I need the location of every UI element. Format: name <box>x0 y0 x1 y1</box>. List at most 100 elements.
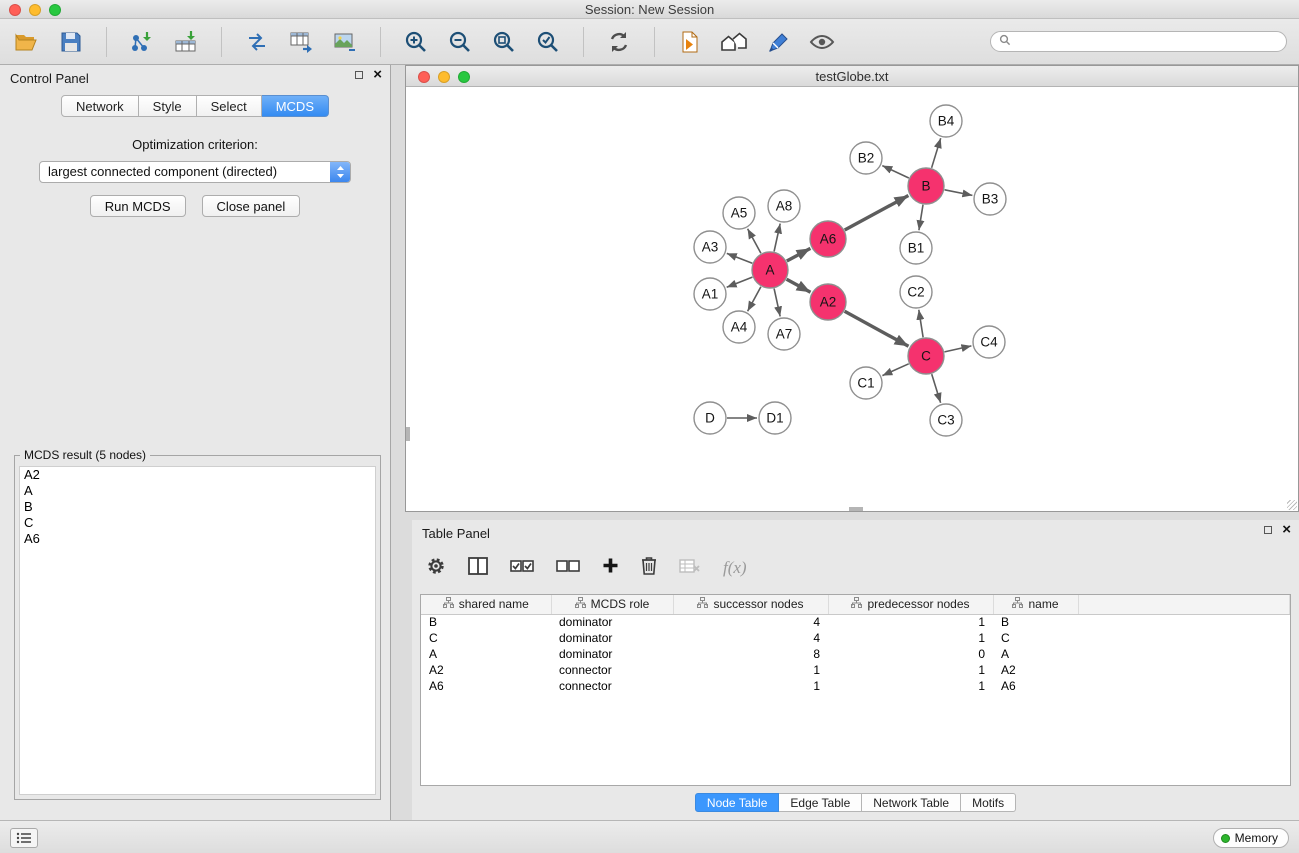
save-session-icon[interactable] <box>56 27 86 57</box>
table-row[interactable]: A2connector11A2 <box>421 662 1290 678</box>
close-table-panel-icon[interactable]: × <box>1282 525 1291 535</box>
graph-node-B1[interactable]: B1 <box>900 232 932 264</box>
delete-column-trash-icon[interactable] <box>641 556 657 580</box>
table-row[interactable]: Bdominator41B <box>421 614 1290 630</box>
clone-network-icon[interactable] <box>242 27 272 57</box>
import-network-icon[interactable] <box>127 27 157 57</box>
graph-edge-A-A8[interactable] <box>774 224 780 252</box>
export-table-icon[interactable] <box>286 27 316 57</box>
float-table-panel-icon[interactable] <box>1264 526 1272 534</box>
graph-node-A8[interactable]: A8 <box>768 190 800 222</box>
zoom-selected-icon[interactable] <box>533 27 563 57</box>
table-settings-gear-icon[interactable] <box>426 556 446 581</box>
graph-edge-A-A1[interactable] <box>727 277 753 287</box>
graph-edge-B-B4[interactable] <box>932 138 941 168</box>
column-header-name[interactable]: name <box>993 595 1078 614</box>
column-header-mcds-role[interactable]: MCDS role <box>551 595 673 614</box>
tab-network[interactable]: Network <box>61 95 139 117</box>
tab-node-table[interactable]: Node Table <box>695 793 780 812</box>
search-field[interactable] <box>990 31 1287 52</box>
graph-node-C2[interactable]: C2 <box>900 276 932 308</box>
criterion-dropdown[interactable]: largest connected component (directed) <box>39 161 351 183</box>
close-panel-button[interactable]: Close panel <box>202 195 301 217</box>
zoom-fit-icon[interactable] <box>489 27 519 57</box>
resize-grip[interactable] <box>1287 500 1297 510</box>
table-row[interactable]: A6connector11A6 <box>421 678 1290 694</box>
export-image-icon[interactable] <box>330 27 360 57</box>
graph-node-B2[interactable]: B2 <box>850 142 882 174</box>
zoom-in-icon[interactable] <box>401 27 431 57</box>
graph-edge-A-A4[interactable] <box>748 287 761 312</box>
network-canvas[interactable]: B4 B2 B B3 A5 A8 A6 A3 B1 A C2 A1 A2 A4 A7 C4 C C1 C3 D D1 <box>406 87 1298 511</box>
graph-edge-A-A7[interactable] <box>774 289 780 317</box>
deselect-all-icon[interactable] <box>556 559 580 578</box>
graph-node-C4[interactable]: C4 <box>973 326 1005 358</box>
graph-node-B3[interactable]: B3 <box>974 183 1006 215</box>
column-header-predecessor-nodes[interactable]: predecessor nodes <box>828 595 993 614</box>
search-input[interactable] <box>1016 35 1278 49</box>
graph-node-D[interactable]: D <box>694 402 726 434</box>
zoom-out-icon[interactable] <box>445 27 475 57</box>
open-session-icon[interactable] <box>12 27 42 57</box>
tab-select[interactable]: Select <box>197 95 262 117</box>
close-panel-icon[interactable]: × <box>373 70 382 80</box>
show-log-console-button[interactable] <box>10 828 38 848</box>
graph-edge-A-A2[interactable] <box>787 279 811 292</box>
graph-edge-C-C2[interactable] <box>919 310 923 337</box>
table-row[interactable]: Adominator80A <box>421 646 1290 662</box>
graph-edge-C-C1[interactable] <box>882 364 908 376</box>
show-columns-icon[interactable] <box>468 557 488 580</box>
tab-style[interactable]: Style <box>139 95 197 117</box>
graph-edge-A-A6[interactable] <box>787 248 811 261</box>
graph-edge-A-A3[interactable] <box>727 253 753 263</box>
export-document-icon[interactable] <box>675 27 705 57</box>
tab-network-table[interactable]: Network Table <box>862 793 961 812</box>
home-icon[interactable] <box>719 27 749 57</box>
tab-edge-table[interactable]: Edge Table <box>779 793 862 812</box>
graph-node-C1[interactable]: C1 <box>850 367 882 399</box>
graph-edge-C-C4[interactable] <box>945 346 972 352</box>
graph-node-A4[interactable]: A4 <box>723 311 755 343</box>
graph-node-A5[interactable]: A5 <box>723 197 755 229</box>
select-all-icon[interactable] <box>510 559 534 578</box>
import-table-icon[interactable] <box>171 27 201 57</box>
graph-node-C3[interactable]: C3 <box>930 404 962 436</box>
mcds-result-item[interactable]: B <box>20 499 375 515</box>
graph-edge-B-B2[interactable] <box>882 166 909 178</box>
graph-edge-A-A5[interactable] <box>748 229 761 254</box>
graph-node-A6[interactable]: A6 <box>810 221 846 257</box>
graph-node-A[interactable]: A <box>752 252 788 288</box>
eye-icon[interactable] <box>807 27 837 57</box>
memory-button[interactable]: Memory <box>1213 828 1289 848</box>
horizontal-scrollbar-thumb[interactable] <box>849 507 863 511</box>
mcds-result-item[interactable]: A <box>20 483 375 499</box>
tab-motifs[interactable]: Motifs <box>961 793 1016 812</box>
graph-edge-B-B1[interactable] <box>919 205 923 230</box>
graph-edge-A2-C[interactable] <box>845 311 909 346</box>
graph-node-A3[interactable]: A3 <box>694 231 726 263</box>
column-type-icon <box>575 597 586 611</box>
graph-edge-C-C3[interactable] <box>932 374 941 403</box>
graph-node-A1[interactable]: A1 <box>694 278 726 310</box>
graph-node-A7[interactable]: A7 <box>768 318 800 350</box>
refresh-layout-icon[interactable] <box>604 27 634 57</box>
graph-node-B4[interactable]: B4 <box>930 105 962 137</box>
graph-node-C[interactable]: C <box>908 338 944 374</box>
graph-node-A2[interactable]: A2 <box>810 284 846 320</box>
graph-edge-B-B3[interactable] <box>945 190 973 196</box>
mcds-result-item[interactable]: C <box>20 515 375 531</box>
column-header-successor-nodes[interactable]: successor nodes <box>673 595 828 614</box>
mcds-result-item[interactable]: A6 <box>20 531 375 547</box>
tab-mcds[interactable]: MCDS <box>262 95 329 117</box>
table-row[interactable]: Cdominator41C <box>421 630 1290 646</box>
graph-node-B[interactable]: B <box>908 168 944 204</box>
style-brush-icon[interactable] <box>763 27 793 57</box>
add-column-icon[interactable] <box>602 557 619 579</box>
mcds-result-item[interactable]: A2 <box>20 467 375 483</box>
graph-edge-A6-B[interactable] <box>845 196 909 231</box>
vertical-scrollbar-thumb[interactable] <box>406 427 410 441</box>
float-panel-icon[interactable] <box>355 71 363 79</box>
run-mcds-button[interactable]: Run MCDS <box>90 195 186 217</box>
graph-node-D1[interactable]: D1 <box>759 402 791 434</box>
column-header-shared-name[interactable]: shared name <box>421 595 551 614</box>
